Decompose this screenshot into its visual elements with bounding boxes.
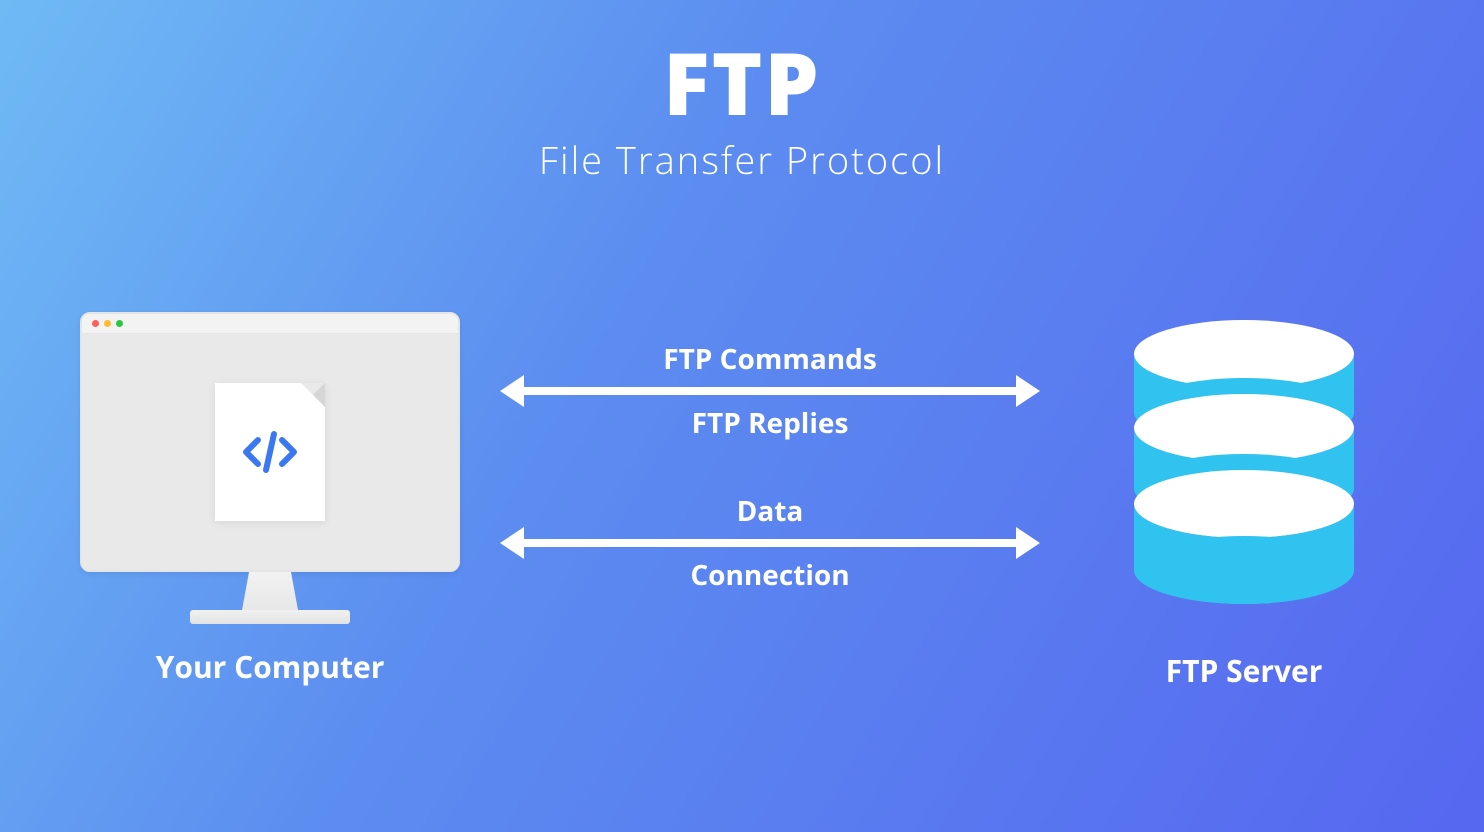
bidirectional-arrow-icon: [500, 384, 1040, 398]
file-icon: [215, 383, 325, 521]
diagram-subtitle: File Transfer Protocol: [0, 134, 1484, 186]
arrow-shaft-icon: [524, 387, 1016, 395]
client-label: Your Computer: [80, 646, 460, 687]
monitor-base-icon: [190, 610, 350, 624]
title-block: FTP File Transfer Protocol: [0, 40, 1484, 186]
arrow-head-right-icon: [1016, 527, 1040, 559]
screen-area: [82, 334, 458, 570]
arrow-label-replies: FTP Replies: [500, 404, 1040, 442]
connection-arrows: FTP Commands FTP Replies Data Connection: [500, 340, 1040, 644]
database-icon: [1124, 320, 1364, 610]
arrow-label-data: Data: [500, 492, 1040, 530]
file-fold-icon: [301, 383, 325, 407]
monitor-icon: [80, 312, 460, 572]
server-label: FTP Server: [1104, 650, 1384, 691]
arrow-head-left-icon: [500, 375, 524, 407]
arrow-head-right-icon: [1016, 375, 1040, 407]
minimize-dot-icon: [104, 320, 111, 327]
window-chrome: [82, 314, 458, 334]
arrow-head-left-icon: [500, 527, 524, 559]
diagram-title: FTP: [0, 40, 1484, 126]
client-node: Your Computer: [80, 312, 460, 687]
bidirectional-arrow-icon: [500, 536, 1040, 550]
code-icon: [238, 420, 302, 484]
close-dot-icon: [92, 320, 99, 327]
arrow-label-commands: FTP Commands: [500, 340, 1040, 378]
arrow-label-connection: Connection: [500, 556, 1040, 594]
data-connection: Data Connection: [500, 492, 1040, 594]
maximize-dot-icon: [116, 320, 123, 327]
server-node: FTP Server: [1104, 320, 1384, 691]
monitor-stand-icon: [235, 572, 305, 610]
command-connection: FTP Commands FTP Replies: [500, 340, 1040, 442]
arrow-shaft-icon: [524, 539, 1016, 547]
